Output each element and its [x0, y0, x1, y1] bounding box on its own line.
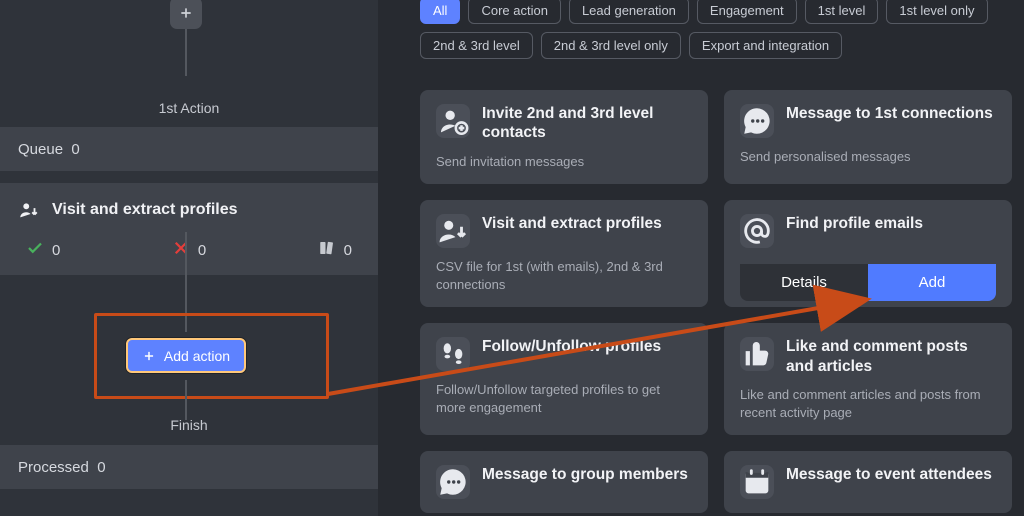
stat-success: 0 — [52, 242, 60, 259]
card-title: Find profile emails — [786, 214, 923, 233]
processed-panel: Processed 0 — [0, 445, 378, 489]
card-subtitle: Send personalised messages — [740, 148, 996, 166]
person-add-icon — [436, 104, 470, 138]
card-subtitle: Like and comment articles and posts from… — [740, 386, 996, 421]
first-action-label: 1st Action — [0, 100, 378, 116]
filter-chip-23-only[interactable]: 2nd & 3rd level only — [541, 32, 681, 59]
queue-panel: Queue 0 — [0, 127, 378, 171]
card-subtitle: CSV file for 1st (with emails), 2nd & 3r… — [436, 258, 692, 293]
card-visit-extract[interactable]: Visit and extract profiles CSV file for … — [420, 200, 708, 307]
card-title: Message to group members — [482, 465, 688, 484]
x-icon — [172, 239, 190, 261]
filter-chip-1st[interactable]: 1st level — [805, 0, 879, 24]
event-icon — [740, 465, 774, 499]
filter-chip-leadgen[interactable]: Lead generation — [569, 0, 689, 24]
card-follow[interactable]: Follow/Unfollow profiles Follow/Unfollow… — [420, 323, 708, 435]
stat-fail: 0 — [198, 242, 206, 259]
details-button[interactable]: Details — [740, 264, 868, 301]
processed-label: Processed — [18, 459, 89, 476]
filter-chip-engagement[interactable]: Engagement — [697, 0, 797, 24]
filter-chip-all[interactable]: All — [420, 0, 460, 24]
card-subtitle: Send invitation messages — [436, 153, 692, 171]
queue-value: 0 — [71, 141, 79, 158]
workflow-column: 1st Action Queue 0 Visit and extract pro… — [0, 0, 378, 516]
filter-chip-export[interactable]: Export and integration — [689, 32, 842, 59]
check-icon — [26, 239, 44, 261]
card-title: Follow/Unfollow profiles — [482, 337, 661, 356]
download-person-icon — [436, 214, 470, 248]
card-invite[interactable]: Invite 2nd and 3rd level contacts Send i… — [420, 90, 708, 184]
finish-label: Finish — [0, 417, 378, 433]
collected-icon — [318, 239, 336, 261]
card-action-row: Details Add — [740, 264, 996, 301]
at-icon — [740, 214, 774, 248]
card-find-emails[interactable]: Find profile emails Details Add — [724, 200, 1012, 307]
card-title: Invite 2nd and 3rd level contacts — [482, 104, 692, 143]
footsteps-icon — [436, 337, 470, 371]
add-action-button[interactable]: Add action — [126, 338, 246, 373]
card-message-event[interactable]: Message to event attendees — [724, 451, 1012, 513]
card-message-1st[interactable]: Message to 1st connections Send personal… — [724, 90, 1012, 184]
connector-line — [185, 380, 187, 420]
card-message-group[interactable]: Message to group members — [420, 451, 708, 513]
add-node-button[interactable] — [170, 0, 202, 29]
queue-label: Queue — [18, 141, 63, 158]
card-like-comment[interactable]: Like and comment posts and articles Like… — [724, 323, 1012, 435]
filter-chip-23[interactable]: 2nd & 3rd level — [420, 32, 533, 59]
add-button[interactable]: Add — [868, 264, 996, 301]
filter-chip-core[interactable]: Core action — [468, 0, 560, 24]
processed-value: 0 — [97, 459, 105, 476]
download-person-icon — [18, 199, 40, 221]
chat-icon — [740, 104, 774, 138]
filter-chip-row: All Core action Lead generation Engageme… — [420, 0, 1020, 59]
filter-chip-1st-only[interactable]: 1st level only — [886, 0, 987, 24]
workflow-action-card[interactable]: Visit and extract profiles 0 0 0 — [0, 183, 378, 275]
chat-icon — [436, 465, 470, 499]
stat-collected: 0 — [344, 242, 352, 259]
card-title: Visit and extract profiles — [482, 214, 662, 233]
card-title: Like and comment posts and articles — [786, 337, 996, 376]
workflow-action-title: Visit and extract profiles — [52, 201, 238, 219]
add-action-label: Add action — [164, 348, 230, 364]
card-title: Message to event attendees — [786, 465, 992, 484]
thumb-icon — [740, 337, 774, 371]
card-subtitle: Follow/Unfollow targeted profiles to get… — [436, 381, 692, 416]
card-title: Message to 1st connections — [786, 104, 993, 123]
action-library: Invite 2nd and 3rd level contacts Send i… — [420, 90, 1015, 513]
workflow-stats: 0 0 0 — [18, 239, 360, 261]
